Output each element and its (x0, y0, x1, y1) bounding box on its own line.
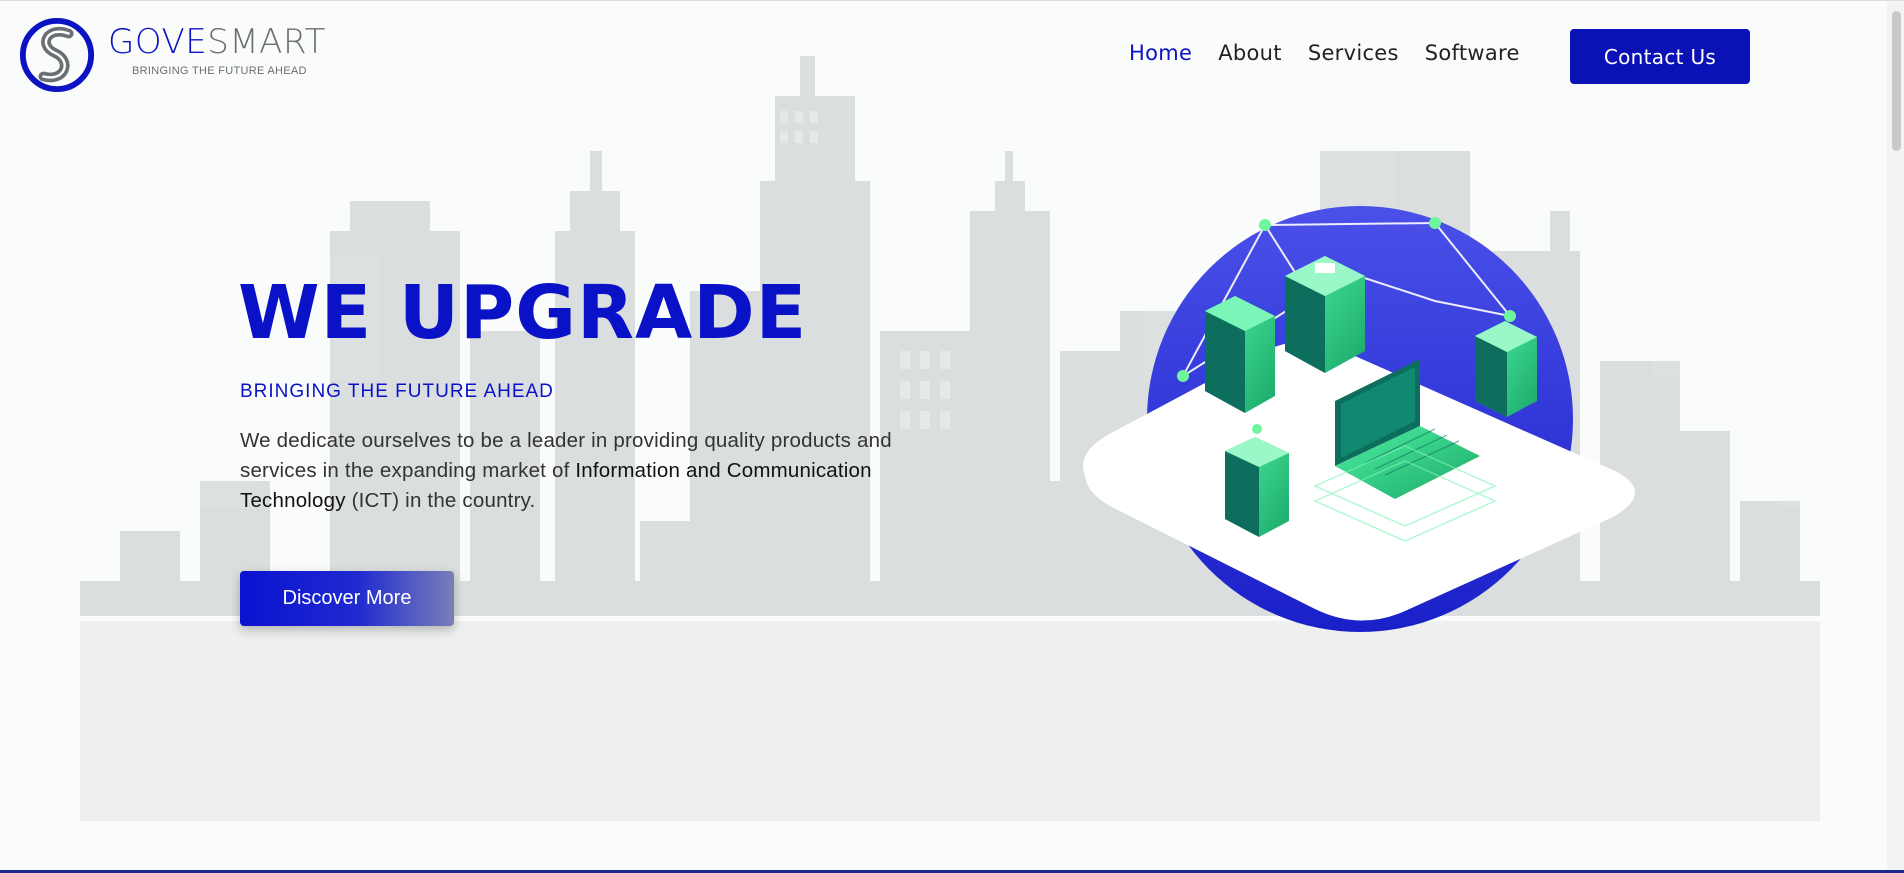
hero-description: We dedicate ourselves to be a leader in … (240, 426, 960, 516)
nav-software[interactable]: Software (1425, 41, 1520, 65)
scrollbar-thumb[interactable] (1892, 11, 1901, 151)
scrollbar[interactable] (1887, 1, 1904, 873)
server-small-icon (1225, 437, 1289, 537)
server-stack-icon (1285, 256, 1365, 373)
nav-about[interactable]: About (1218, 41, 1282, 65)
brand-tagline: BRINGING THE FUTURE AHEAD (132, 65, 307, 77)
page: GOVESMART BRINGING THE FUTURE AHEAD Home… (0, 0, 1904, 873)
nav-home[interactable]: Home (1129, 41, 1192, 65)
isometric-server-network-illustration (1083, 206, 1635, 632)
server-building-icon (1205, 296, 1275, 413)
brand-name-smart: SMART (207, 22, 326, 62)
s-swirl-logo-icon (19, 17, 95, 93)
hero-subtitle: BRINGING THE FUTURE AHEAD (240, 381, 554, 402)
brand-text: GOVESMART BRINGING THE FUTURE AHEAD (108, 25, 326, 77)
brand-logo[interactable]: GOVESMART BRINGING THE FUTURE AHEAD (18, 15, 326, 95)
contact-us-button[interactable]: Contact Us (1570, 29, 1750, 84)
hero-description-part2: (ICT) in the country. (345, 489, 536, 512)
brand-name: GOVESMART (108, 25, 326, 59)
server-tower-icon (1475, 321, 1537, 417)
brand-name-gove: GOVE (108, 22, 208, 62)
main-nav: Home About Services Software (1129, 41, 1520, 65)
discover-more-button[interactable]: Discover More (240, 571, 454, 626)
hero-title: WE UPGRADE (238, 270, 808, 356)
nav-services[interactable]: Services (1308, 41, 1399, 65)
